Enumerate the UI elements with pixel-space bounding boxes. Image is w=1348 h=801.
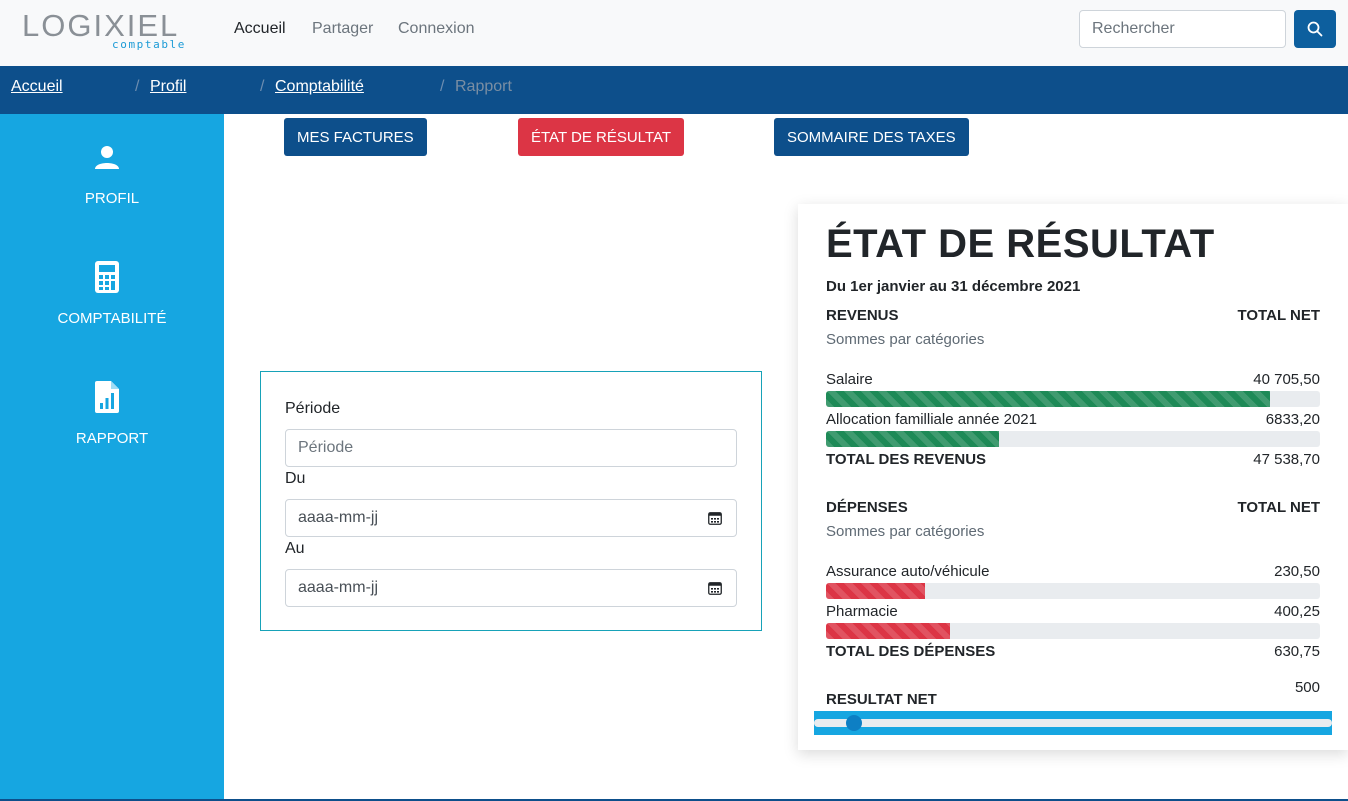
revenue-row-salaire: Salaire 40 705,50 (826, 371, 1320, 388)
logo[interactable]: LOGIXIEL comptable (22, 8, 204, 52)
depenses-heading: DÉPENSES (826, 499, 908, 516)
breadcrumb-accueil[interactable]: Accueil (11, 78, 63, 96)
sidebar-item-label: RAPPORT (75, 430, 149, 447)
progress-fill (826, 623, 950, 639)
expense-row-pharmacie: Pharmacie 400,25 (826, 603, 1320, 620)
nav-link-connexion[interactable]: Connexion (398, 20, 475, 38)
breadcrumb-comptabilite[interactable]: Comptabilité (275, 78, 364, 96)
depenses-total-row: TOTAL DES DÉPENSES 630,75 (826, 643, 1320, 660)
tab-etat-de-resultat[interactable]: ÉTAT DE RÉSULTAT (518, 118, 685, 156)
revenus-total-amount: 47 538,70 (1253, 451, 1320, 468)
search-button[interactable] (1294, 10, 1336, 48)
revenus-total-row: TOTAL DES REVENUS 47 538,70 (826, 451, 1320, 468)
revenue-row-allocation: Allocation familliale année 2021 6833,20 (826, 411, 1320, 428)
depenses-total-amount: 630,75 (1274, 643, 1320, 660)
nav-link-partager[interactable]: Partager (312, 20, 373, 38)
du-date-placeholder: aaaa-mm-jj (298, 509, 379, 526)
sidebar-item-label: COMPTABILITÉ (57, 310, 167, 327)
expense-amount: 400,25 (1274, 603, 1320, 620)
progress-bar (826, 391, 1320, 407)
progress-bar (826, 583, 1320, 599)
sidebar-item-comptabilite[interactable]: COMPTABILITÉ (0, 260, 224, 360)
au-label: Au (285, 540, 305, 557)
revenue-amount: 6833,20 (1265, 411, 1320, 428)
resultat-net-value: 500 (1294, 679, 1320, 696)
calendar-icon[interactable] (708, 581, 722, 595)
revenus-subtitle: Sommes par catégories (826, 331, 985, 348)
calendar-icon[interactable] (708, 511, 722, 525)
calculator-icon (92, 260, 122, 294)
progress-bar (826, 431, 1320, 447)
sidebar: PROFIL COMPTABILITÉ RAPPORT (0, 114, 224, 801)
search-input[interactable] (1079, 10, 1286, 48)
revenus-total-label: TOTAL DES REVENUS (826, 451, 987, 468)
au-date-field[interactable]: aaaa-mm-jj (285, 569, 737, 607)
sidebar-item-profil[interactable]: PROFIL (0, 140, 224, 240)
report-title: ÉTAT DE RÉSULTAT (826, 222, 1215, 266)
resultat-slider[interactable] (814, 711, 1332, 735)
revenue-label: Salaire (826, 371, 873, 388)
periode-label: Période (285, 400, 341, 417)
expense-amount: 230,50 (1274, 563, 1320, 580)
progress-bar (826, 623, 1320, 639)
logo-subtitle: comptable (112, 38, 187, 51)
period-form: Période Du aaaa-mm-jj Au aaaa-mm-jj (260, 371, 762, 631)
breadcrumb: Accueil / Profil / Comptabilité / Rappor… (0, 66, 1348, 114)
progress-fill (826, 391, 1270, 407)
breadcrumb-profil[interactable]: Profil (150, 78, 186, 96)
expense-row-assurance: Assurance auto/véhicule 230,50 (826, 563, 1320, 580)
breadcrumb-rapport: Rapport (455, 78, 512, 95)
income-statement-card: ÉTAT DE RÉSULTAT Du 1er janvier au 31 dé… (798, 204, 1348, 750)
nav-link-accueil[interactable]: Accueil (234, 20, 286, 38)
resultat-net-label: RESULTAT NET (826, 691, 937, 708)
top-navbar: LOGIXIEL comptable Accueil Partager Conn… (0, 0, 1348, 66)
revenue-amount: 40 705,50 (1253, 371, 1320, 388)
tab-sommaire-des-taxes[interactable]: SOMMAIRE DES TAXES (774, 118, 969, 156)
progress-fill (826, 583, 925, 599)
sidebar-item-rapport[interactable]: RAPPORT (0, 380, 224, 480)
expense-label: Assurance auto/véhicule (826, 563, 990, 580)
periode-input[interactable] (285, 429, 737, 467)
du-label: Du (285, 470, 306, 487)
progress-fill (826, 431, 999, 447)
depenses-subtitle: Sommes par catégories (826, 523, 985, 540)
breadcrumb-separator: / (135, 78, 140, 95)
breadcrumb-separator: / (440, 78, 445, 95)
tab-mes-factures[interactable]: MES FACTURES (284, 118, 427, 156)
search-icon (1307, 21, 1323, 37)
slider-track[interactable] (814, 719, 1332, 727)
report-chart-icon (92, 380, 122, 414)
revenus-column-header: TOTAL NET (1237, 307, 1321, 324)
du-date-field[interactable]: aaaa-mm-jj (285, 499, 737, 537)
sidebar-item-label: PROFIL (84, 190, 140, 207)
expense-label: Pharmacie (826, 603, 898, 620)
user-icon (92, 140, 122, 174)
slider-thumb[interactable] (846, 715, 863, 731)
depenses-total-label: TOTAL DES DÉPENSES (826, 643, 996, 660)
breadcrumb-separator: / (260, 78, 265, 95)
report-period: Du 1er janvier au 31 décembre 2021 (826, 278, 1081, 295)
au-date-placeholder: aaaa-mm-jj (298, 579, 379, 596)
depenses-column-header: TOTAL NET (1237, 499, 1321, 516)
revenue-label: Allocation familliale année 2021 (826, 411, 1037, 428)
revenus-heading: REVENUS (826, 307, 899, 324)
